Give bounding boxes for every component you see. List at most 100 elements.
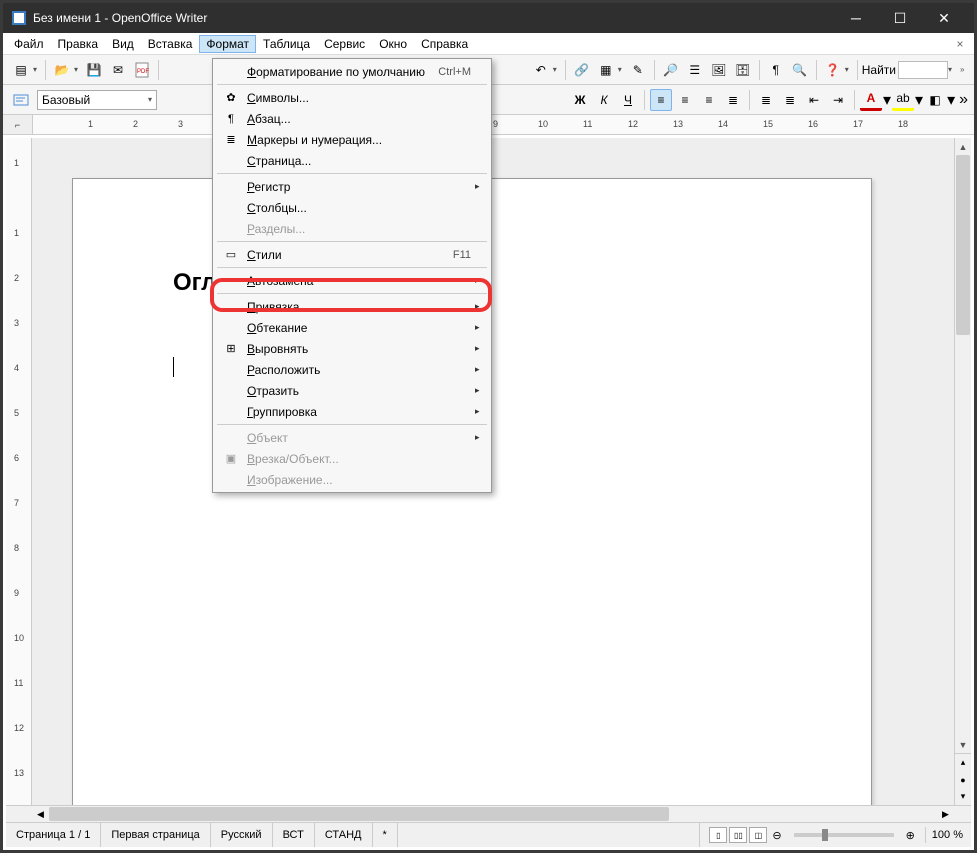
next-page-icon[interactable]: ▾ — [955, 788, 971, 805]
vertical-ruler[interactable]: 1 1 2 3 4 5 6 7 8 9 10 11 12 13 — [6, 138, 32, 805]
paragraph-style-combo[interactable]: Базовый ▾ — [37, 90, 157, 110]
table-icon[interactable]: ▦ — [595, 59, 617, 81]
numbered-list-icon[interactable]: ≣ — [755, 89, 777, 111]
menu-item--[interactable]: Столбцы... — [213, 197, 491, 218]
menu-item-label: Привязка — [243, 300, 471, 314]
scroll-thumb-h[interactable] — [49, 807, 669, 821]
menu-item--[interactable]: ✿Символы... — [213, 87, 491, 108]
zoom-out-icon[interactable]: ⊖ — [772, 829, 781, 842]
scroll-up-icon[interactable]: ▲ — [955, 138, 971, 155]
bg-color-icon[interactable]: ◧ — [924, 89, 946, 111]
highlight-color-icon[interactable]: ab — [892, 89, 914, 111]
horizontal-scrollbar[interactable]: ◀ ▶ — [6, 805, 971, 822]
submenu-arrow-icon: ▸ — [475, 301, 485, 312]
menu-file[interactable]: Файл — [7, 35, 51, 53]
scroll-left-icon[interactable]: ◀ — [32, 806, 49, 822]
align-center-icon[interactable]: ≡ — [674, 89, 696, 111]
zoom-icon[interactable]: 🔍 — [789, 59, 811, 81]
menu-item--[interactable]: Обтекание ▸ — [213, 317, 491, 338]
menu-item-label: Стили — [243, 248, 453, 262]
hyperlink-icon[interactable]: 🔗 — [571, 59, 593, 81]
bullet-list-icon[interactable]: ≣ — [779, 89, 801, 111]
view-single-icon[interactable]: ▯ — [709, 827, 727, 843]
nav-select-icon[interactable]: ● — [955, 771, 971, 788]
menu-tools[interactable]: Сервис — [317, 35, 372, 53]
find-input[interactable] — [898, 61, 948, 79]
pdf-export-icon[interactable]: PDF — [131, 59, 153, 81]
zoom-in-icon[interactable]: ⊕ — [906, 829, 915, 842]
heading-text[interactable]: Огл — [173, 269, 216, 296]
scroll-down-icon[interactable]: ▼ — [955, 736, 971, 753]
close-button[interactable]: ✕ — [922, 3, 966, 33]
menu-help[interactable]: Справка — [414, 35, 475, 53]
draw-icon[interactable]: ✎ — [627, 59, 649, 81]
menu-item-label: Форматирование по умолчанию — [243, 65, 438, 79]
font-color-icon[interactable]: A — [860, 89, 882, 111]
menu-item--[interactable]: Автозамена▸ — [213, 270, 491, 291]
scroll-thumb-v[interactable] — [956, 155, 970, 335]
menu-item--[interactable]: Страница... — [213, 150, 491, 171]
maximize-button[interactable]: ☐ — [878, 3, 922, 33]
zoom-slider[interactable] — [794, 833, 894, 837]
menu-insert[interactable]: Вставка — [141, 35, 200, 53]
align-justify-icon[interactable]: ≣ — [722, 89, 744, 111]
menu-item--[interactable]: Расположить▸ — [213, 359, 491, 380]
undo-icon[interactable]: ↶ — [530, 59, 552, 81]
increase-indent-icon[interactable]: ⇥ — [827, 89, 849, 111]
menu-item--[interactable]: Форматирование по умолчаниюCtrl+M — [213, 61, 491, 82]
nonprinting-icon[interactable]: ¶ — [765, 59, 787, 81]
menu-format[interactable]: Формат — [199, 35, 256, 53]
status-style[interactable]: Первая страница — [101, 823, 210, 847]
status-modified[interactable]: * — [373, 823, 398, 847]
scroll-right-icon[interactable]: ▶ — [937, 806, 954, 822]
align-right-icon[interactable]: ≡ — [698, 89, 720, 111]
menu-table[interactable]: Таблица — [256, 35, 317, 53]
datasources-icon[interactable]: 🗄 — [732, 59, 754, 81]
menu-item--[interactable]: Группировка▸ — [213, 401, 491, 422]
align-left-icon[interactable]: ≡ — [650, 89, 672, 111]
svg-text:PDF: PDF — [137, 69, 149, 75]
status-lang[interactable]: Русский — [211, 823, 273, 847]
navigator-icon[interactable]: ☰ — [684, 59, 706, 81]
menu-item--[interactable]: Отразить▸ — [213, 380, 491, 401]
view-multi-icon[interactable]: ▯▯ — [729, 827, 747, 843]
menu-item--[interactable]: Привязка ▸ — [213, 296, 491, 317]
menu-item--[interactable]: ⊞Выровнять▸ — [213, 338, 491, 359]
gallery-icon[interactable]: 🖼 — [708, 59, 730, 81]
underline-icon[interactable]: Ч — [617, 89, 639, 111]
menu-item--[interactable]: Регистр▸ — [213, 176, 491, 197]
zoom-value[interactable]: 100 % — [932, 829, 963, 841]
save-icon[interactable]: 💾 — [83, 59, 105, 81]
menu-item-label: Врезка/Объект... — [243, 452, 471, 466]
menu-item--[interactable]: ▭СтилиF11 — [213, 244, 491, 265]
menu-item--[interactable]: ¶Абзац... — [213, 108, 491, 129]
find-replace-icon[interactable]: 🔎 — [660, 59, 682, 81]
minimize-button[interactable]: ─ — [834, 3, 878, 33]
open-icon[interactable]: 📂 — [51, 59, 73, 81]
mail-icon[interactable]: ✉ — [107, 59, 129, 81]
menu-item-label: Обтекание — [243, 321, 471, 335]
italic-icon[interactable]: К — [593, 89, 615, 111]
status-insert[interactable]: ВСТ — [273, 823, 315, 847]
menu-view[interactable]: Вид — [105, 35, 141, 53]
submenu-arrow-icon: ▸ — [475, 322, 485, 333]
menu-window[interactable]: Окно — [372, 35, 414, 53]
submenu-arrow-icon: ▸ — [475, 385, 485, 396]
menu-edit[interactable]: Правка — [51, 35, 106, 53]
menu-item--[interactable]: ≣Маркеры и нумерация... — [213, 129, 491, 150]
view-book-icon[interactable]: ◫ — [749, 827, 767, 843]
new-doc-icon[interactable]: ▤ — [10, 59, 32, 81]
status-selmode[interactable]: СТАНД — [315, 823, 373, 847]
styles-dialog-icon[interactable] — [10, 89, 32, 111]
vertical-scrollbar[interactable]: ▲ ▼ ▴ ● ▾ — [954, 138, 971, 805]
decrease-indent-icon[interactable]: ⇤ — [803, 89, 825, 111]
horizontal-ruler[interactable]: 1 2 3 9 10 11 12 13 14 15 16 17 18 — [33, 115, 974, 134]
document-area[interactable]: Огл — [32, 138, 954, 805]
close-doc-button[interactable]: × — [950, 37, 970, 51]
help-icon[interactable]: ❓ — [822, 59, 844, 81]
prev-page-icon[interactable]: ▴ — [955, 754, 971, 771]
status-page[interactable]: Страница 1 / 1 — [6, 823, 101, 847]
menu-divider — [217, 424, 487, 425]
titlebar: Без имени 1 - OpenOffice Writer ─ ☐ ✕ — [3, 3, 974, 33]
bold-icon[interactable]: Ж — [569, 89, 591, 111]
